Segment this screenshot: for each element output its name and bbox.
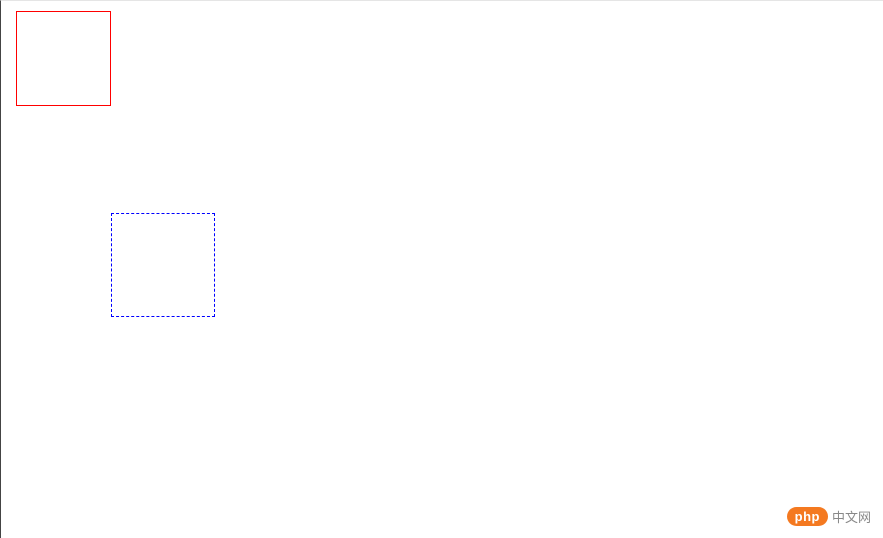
- blue-dashed-box: [111, 213, 215, 317]
- php-label: 中文网: [832, 507, 871, 526]
- red-solid-box: [16, 11, 111, 106]
- watermark-logo: php 中文网: [787, 507, 871, 526]
- php-badge: php: [787, 507, 828, 526]
